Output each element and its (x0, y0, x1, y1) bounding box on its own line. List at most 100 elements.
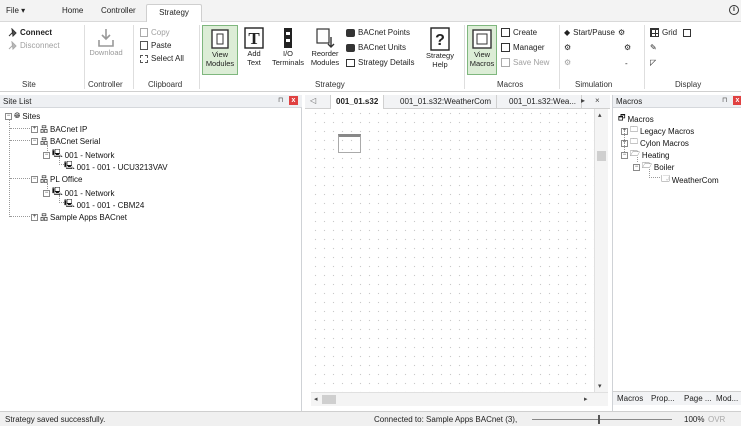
view-macros-button[interactable]: View Macros (467, 25, 497, 75)
sim-stop-button[interactable]: ⚙ (624, 43, 631, 52)
tab-controller[interactable]: Controller (101, 6, 136, 15)
close-icon[interactable]: x (733, 96, 741, 105)
globe-icon: 🌐︎ (14, 111, 21, 120)
scroll-right-icon[interactable]: ▸ (584, 395, 588, 403)
group-label-clipboard: Clipboard (148, 80, 183, 89)
unplug-icon (8, 41, 17, 50)
start-pause-button[interactable]: ◆ Start/Pause ⚙ (564, 28, 625, 37)
expand-icon[interactable]: + (31, 126, 38, 133)
collapse-icon[interactable]: − (31, 176, 38, 183)
connect-button[interactable]: Connect (8, 28, 52, 37)
file-menu[interactable]: File ▾ (6, 6, 25, 15)
tree-item-pl-office[interactable]: − 品 PL Office (31, 174, 82, 185)
macro-file-icon: 🗔 (661, 174, 670, 183)
status-bar: Strategy saved successfully. Connected t… (0, 411, 741, 426)
tab-modules[interactable]: Mod... (716, 394, 738, 403)
add-text-button[interactable]: T Add Text (241, 27, 267, 67)
disconnect-button[interactable]: Disconnect (8, 41, 60, 50)
controller-icon: 🖳 (64, 199, 75, 208)
grid-button[interactable]: Grid (650, 28, 692, 37)
paint-button[interactable]: ✎ (650, 43, 657, 52)
strategy-canvas[interactable] (311, 109, 594, 392)
info-icon[interactable]: i (729, 5, 739, 15)
network-icon: 品 (40, 125, 48, 134)
plug-icon (8, 28, 17, 37)
collapse-icon[interactable]: − (43, 189, 50, 197)
tab-scroll-right-icon[interactable]: ▸ (581, 96, 585, 105)
collapse-icon[interactable]: − (633, 163, 640, 171)
tab-home[interactable]: Home (62, 6, 83, 15)
svg-text:?: ? (435, 32, 445, 49)
collapse-icon[interactable]: − (621, 151, 628, 159)
svg-text:T: T (248, 29, 260, 48)
sim-gear-icon: ⚙ (617, 28, 626, 37)
bacnet-points-button[interactable]: BACnet Points (346, 28, 410, 37)
scroll-down-icon[interactable]: ▾ (598, 382, 602, 390)
tree-item-controller[interactable]: 🖳 001 - 001 - CBM24 (64, 198, 144, 212)
tree-item-controller[interactable]: 🖳 001 - 001 - UCU3213VAV (64, 160, 168, 174)
overwrite-indicator: OVR (708, 415, 726, 424)
collapse-icon[interactable]: − (31, 138, 38, 145)
tree-item-bacnet-ip[interactable]: + 品 BACnet IP (31, 124, 87, 135)
tab-scroll-left-icon[interactable]: ◁ (310, 96, 316, 105)
download-icon (98, 29, 114, 47)
paste-button[interactable]: Paste (140, 41, 171, 50)
tab-macros[interactable]: Macros (617, 394, 643, 403)
bacnet-units-button[interactable]: BACnet Units (346, 43, 406, 52)
tree-item-bacnet-serial[interactable]: − 品 BACnet Serial (31, 136, 100, 147)
copy-button[interactable]: Copy (140, 28, 170, 37)
folder-open-icon: 🗁 (642, 161, 652, 170)
macros-bottom-tabs: Macros Prop... Page ... Mod... (613, 391, 741, 405)
save-new-icon (501, 58, 510, 67)
zoom-slider[interactable] (532, 415, 672, 424)
tab-weathercom-2[interactable]: 001_01.s32:Wea... (504, 95, 583, 109)
close-icon[interactable]: x (289, 96, 298, 105)
ribbon: Connect Disconnect Site Download Control… (0, 22, 741, 92)
monitor-icon: 🖳 (52, 149, 63, 158)
tab-page[interactable]: Page ... (684, 394, 712, 403)
tab-strategy[interactable]: Strategy (146, 4, 202, 23)
select-all-button[interactable]: Select All (140, 54, 184, 63)
scroll-up-icon[interactable]: ▴ (598, 111, 602, 119)
tab-weathercom[interactable]: 001_01.s32:WeatherCom (395, 95, 498, 109)
sim-reset-button[interactable]: ⚙ (564, 58, 571, 67)
close-tab-icon[interactable]: × (595, 96, 600, 105)
save-new-macro-button[interactable]: Save New (501, 58, 549, 67)
pin-icon[interactable]: ⊓ (278, 96, 283, 104)
network-icon: 品 (40, 213, 48, 222)
grid-icon (650, 28, 659, 37)
macro-tree-boiler[interactable]: − 🗁 Boiler (633, 160, 674, 174)
shape-button[interactable]: ◸ (650, 58, 656, 67)
scroll-left-icon[interactable]: ◂ (314, 395, 318, 403)
pin-icon[interactable]: ⊓ (722, 96, 727, 104)
io-terminals-button[interactable]: I/O Terminals (270, 27, 306, 67)
macro-manager-button[interactable]: Manager (501, 43, 545, 52)
reorder-modules-button[interactable]: Reorder Modules (309, 27, 341, 67)
module-block[interactable] (338, 134, 361, 153)
select-all-icon (140, 54, 148, 63)
view-modules-button[interactable]: View Modules (202, 25, 238, 75)
tree-item-sites[interactable]: − 🌐︎ Sites (5, 111, 40, 121)
tree-item-sample-apps[interactable]: + 品 Sample Apps BACnet (31, 212, 127, 223)
macros-header: Macros ⊓ x (613, 95, 741, 108)
macros-icon (472, 29, 492, 49)
sim-step-button[interactable]: ⚙ (564, 43, 571, 52)
scroll-thumb[interactable] (597, 151, 606, 161)
create-macro-button[interactable]: Create (501, 28, 537, 37)
collapse-icon[interactable]: − (43, 151, 50, 159)
macro-tree-weathercom[interactable]: 🗔 WeatherCom (661, 173, 719, 187)
strategy-help-button[interactable]: ? Strategy Help (422, 27, 458, 69)
horizontal-scrollbar[interactable]: ◂ ▸ (311, 392, 608, 406)
expand-icon[interactable]: + (31, 214, 38, 221)
download-button[interactable]: Download (88, 28, 124, 57)
zoom-level: 100% (684, 415, 705, 424)
vertical-scrollbar[interactable]: ▴ ▾ (594, 109, 608, 392)
strategy-details-button[interactable]: Strategy Details (346, 58, 414, 67)
text-icon: T (244, 27, 264, 49)
tab-properties[interactable]: Prop... (651, 394, 675, 403)
h-scroll-thumb[interactable] (322, 395, 336, 404)
group-label-strategy: Strategy (315, 80, 345, 89)
tab-strategy-main[interactable]: 001_01.s32 (330, 95, 385, 109)
collapse-icon[interactable]: − (5, 112, 12, 120)
zoom-slider-thumb[interactable] (598, 415, 600, 424)
